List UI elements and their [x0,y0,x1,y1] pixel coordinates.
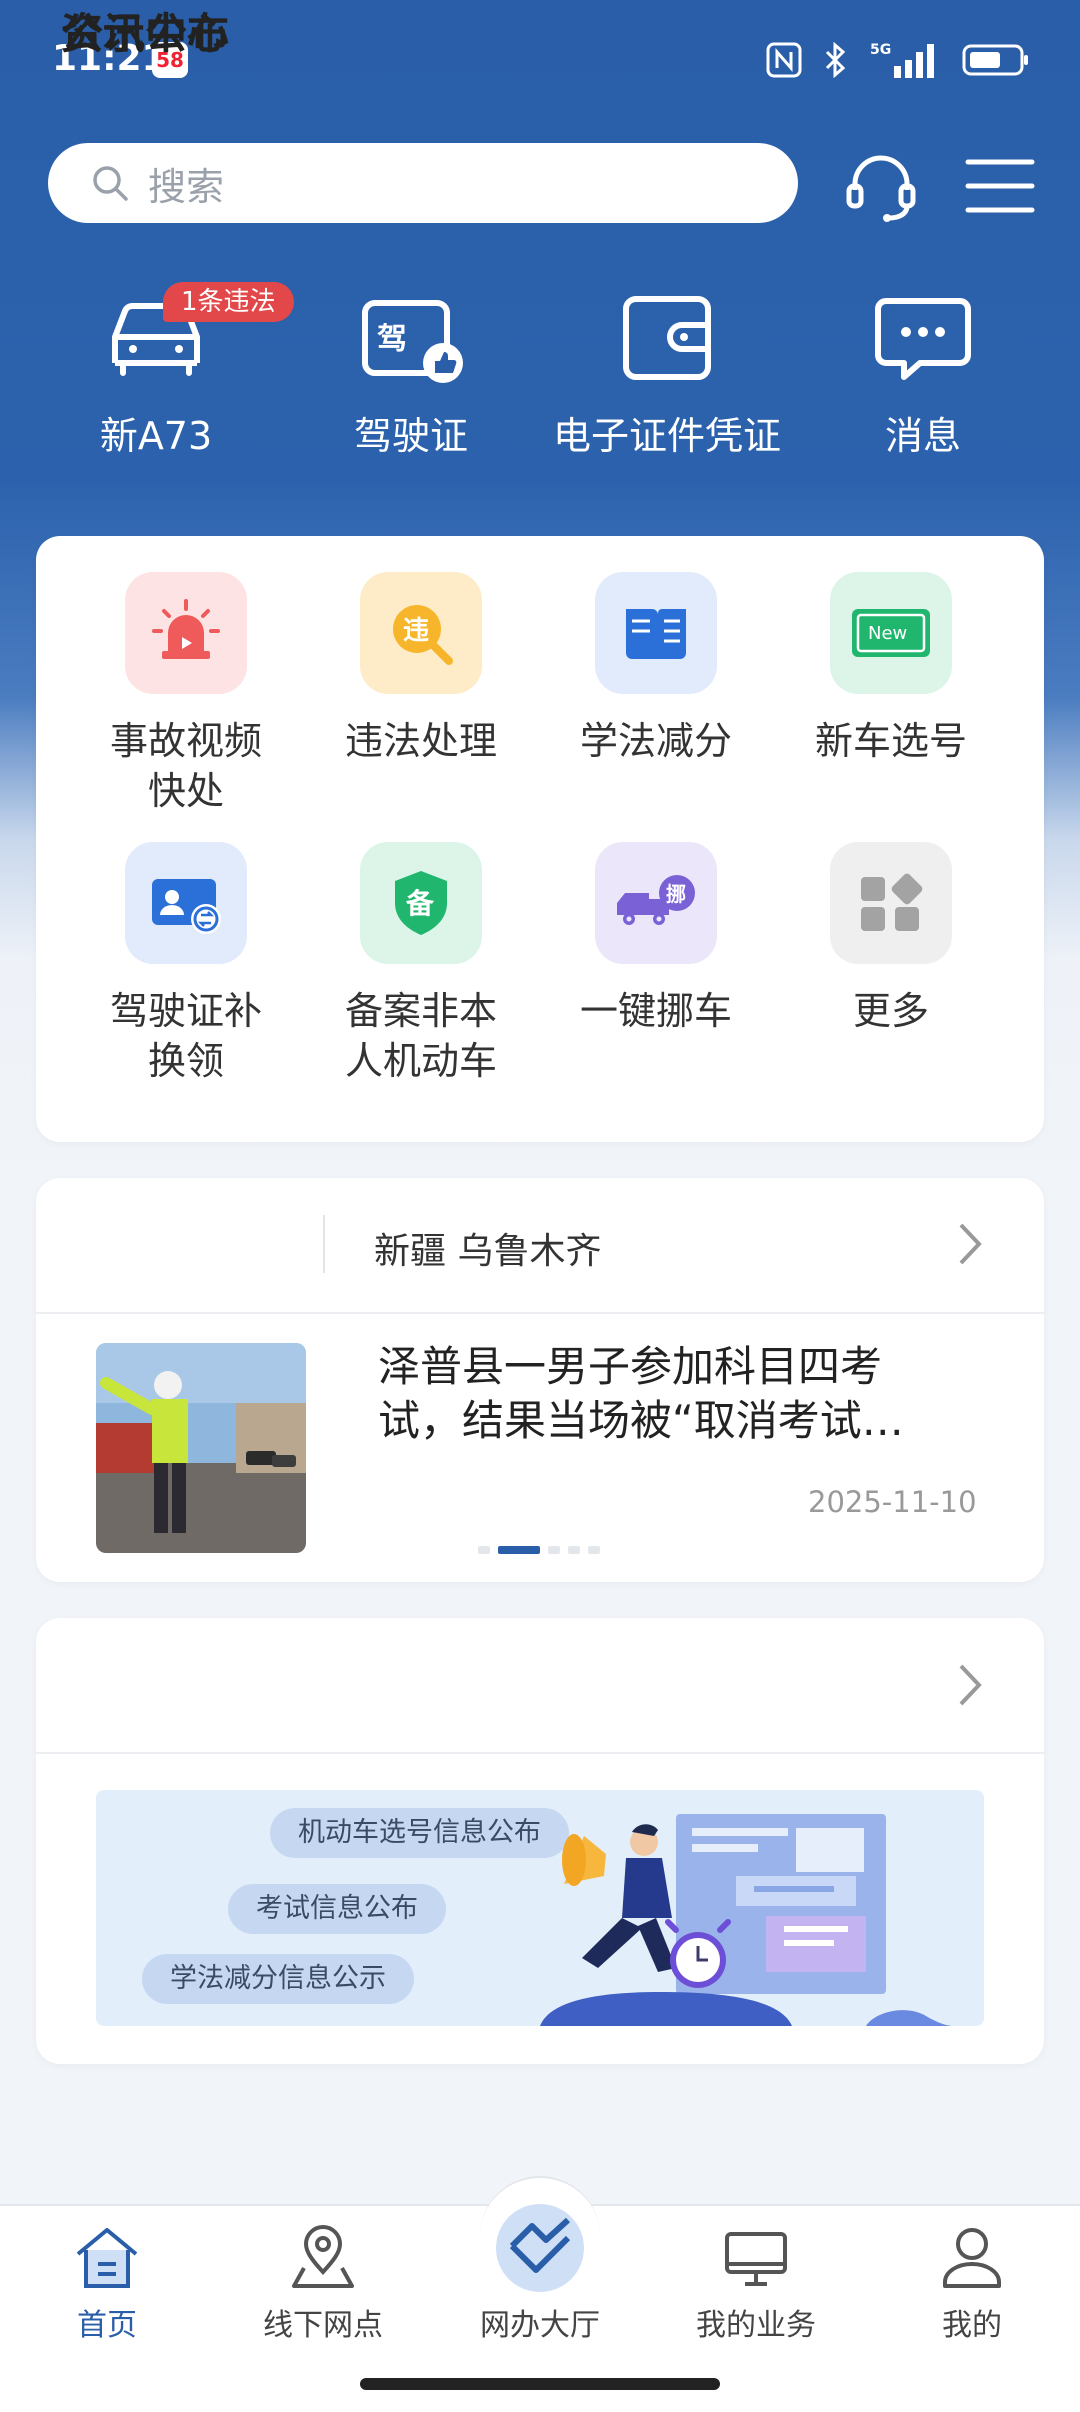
handshake-icon [496,2204,584,2292]
chevron-right-icon[interactable] [955,1221,985,1267]
service-label: 更多 [852,989,929,1033]
news-date: 2025-11-10 [808,1485,977,1519]
search-placeholder: 搜索 [148,164,225,209]
notice-title: 公示公布 [61,9,230,58]
shortcut-license-label: 驾驶证 [353,414,468,458]
bluetooth-icon [824,40,848,80]
violation-badge[interactable]: 1条违法 [163,282,294,322]
service-label: 违法处理 [344,719,497,763]
shortcut-e-certificate[interactable]: 电子证件凭证 [547,285,787,460]
search-input[interactable]: 搜索 [48,143,798,223]
service-new-plate[interactable]: New 新车选号 [776,572,1006,766]
home-icon [76,2228,138,2288]
battery-icon [962,40,1030,80]
new-plate-icon: New [830,572,952,694]
book-icon [595,572,717,694]
map-pin-icon [292,2225,354,2288]
tab-home[interactable]: 首页 [7,2220,207,2344]
tab-label: 线下网点 [263,2308,383,2343]
tab-offline-outlets[interactable]: 线下网点 [223,2220,423,2344]
truck-move-icon: 挪 [595,842,717,964]
shortcut-vehicle-label: 新A73 [99,414,213,458]
news-headline[interactable]: 泽普县一男子参加科目四考试，结果当场被“取消考试… [378,1340,938,1448]
tab-label: 首页 [77,2308,137,2343]
carousel-dot [588,1546,600,1554]
carousel-dot [548,1546,560,1554]
home-indicator [360,2378,720,2390]
service-label: 备案非本人机动车 [344,989,497,1083]
divider [36,1752,1044,1754]
tab-my-business[interactable]: 我的业务 [656,2220,856,2344]
service-more[interactable]: 更多 [776,842,1006,1036]
carousel-dot-active [498,1546,540,1554]
news-region[interactable]: 新疆 乌鲁木齐 [374,1222,601,1274]
signal-5g-icon: 5G [870,40,940,80]
announcement-illustration [540,1814,956,2026]
user-icon [943,2228,1001,2288]
shortcut-messages-label: 消息 [884,414,961,458]
carousel-dot [478,1546,490,1554]
wallet-icon [623,296,711,380]
svg-text:违: 违 [403,616,429,646]
chevron-right-icon[interactable] [955,1662,985,1708]
svg-text:驾: 驾 [377,322,407,357]
divider [36,1312,1044,1314]
svg-text:New: New [868,623,907,644]
news-thumbnail[interactable] [96,1343,306,1553]
notice-banner[interactable]: 机动车选号信息公布 考试信息公布 学法减分信息公示 [96,1790,984,2026]
tab-label: 我的业务 [696,2308,816,2343]
shield-record-icon: 备 [360,842,482,964]
service-label: 新车选号 [814,719,967,763]
tab-mine[interactable]: 我的 [872,2220,1072,2344]
nfc-icon [766,40,802,80]
monitor-icon [725,2232,787,2286]
id-card-renew-icon [125,842,247,964]
notice-pill[interactable]: 机动车选号信息公布 [270,1808,569,1858]
tab-label: 我的 [942,2308,1002,2343]
service-violation-handling[interactable]: 违 违法处理 [306,572,536,766]
search-icon [93,166,128,201]
notice-pill[interactable]: 考试信息公布 [228,1884,446,1934]
alarm-light-icon [125,572,247,694]
svg-text:5G: 5G [870,42,891,58]
carousel-indicator [478,1546,600,1554]
service-label: 学法减分 [579,719,732,763]
service-study-law[interactable]: 学法减分 [541,572,771,766]
service-move-car[interactable]: 挪 一键挪车 [541,842,771,1036]
carousel-dot [568,1546,580,1554]
shortcut-messages[interactable]: 消息 [803,285,1043,460]
service-license-renew[interactable]: 驾驶证补换领 [71,842,301,1086]
headset-icon[interactable] [843,148,919,224]
notice-pill[interactable]: 学法减分信息公示 [142,1954,414,2004]
tab-label: 网办大厅 [480,2308,600,2343]
menu-icon[interactable] [962,148,1038,224]
shortcut-e-certificate-label: 电子证件凭证 [552,414,781,458]
divider [323,1215,325,1273]
grid-more-icon [830,842,952,964]
service-accident-video[interactable]: 事故视频快处 [71,572,301,816]
message-icon [875,298,971,380]
violation-search-icon: 违 [360,572,482,694]
shortcut-license[interactable]: 驾 驾驶证 [291,285,531,460]
service-label: 一键挪车 [579,989,732,1033]
service-record-vehicle[interactable]: 备 备案非本人机动车 [306,842,536,1086]
license-icon: 驾 [362,300,463,383]
service-label: 驾驶证补换领 [109,989,262,1083]
status-icons: 5G [766,40,1030,80]
tab-online-hall[interactable]: 网办大厅 [440,2204,640,2344]
svg-text:备: 备 [405,887,435,920]
service-label: 事故视频快处 [109,719,262,813]
svg-text:挪: 挪 [666,882,686,906]
